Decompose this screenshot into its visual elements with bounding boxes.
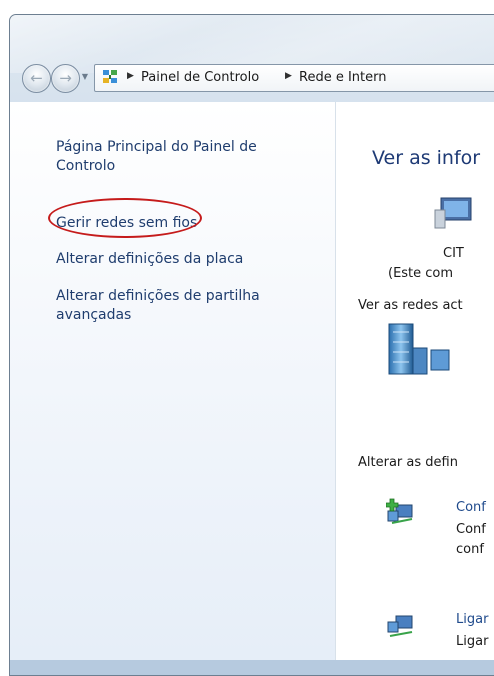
task-connect-network-link[interactable]: Ligar <box>456 612 488 627</box>
network-icon <box>388 323 450 375</box>
link-control-panel-home[interactable]: Página Principal do Painel de Controlo <box>56 138 316 176</box>
network-connect-icon <box>387 615 413 637</box>
back-button[interactable]: ← <box>22 64 51 93</box>
computer-icon <box>434 197 472 229</box>
breadcrumb-control-panel[interactable]: Painel de Controlo <box>141 70 259 85</box>
active-networks-label: Ver as redes act <box>358 298 463 313</box>
computer-name: CIT <box>443 246 464 261</box>
forward-button[interactable]: → <box>51 64 80 93</box>
breadcrumb-separator-icon[interactable]: ▶ <box>285 71 292 81</box>
task-connect-description: Ligar <box>456 634 489 649</box>
address-bar[interactable]: ▶ Painel de Controlo ▶ Rede e Intern <box>94 64 494 92</box>
main-content: Ver as infor CIT (Este com Ver as redes … <box>335 102 494 660</box>
link-change-adapter-settings[interactable]: Alterar definições da placa <box>56 250 316 269</box>
task-pane <box>10 102 335 660</box>
control-panel-icon <box>103 70 117 83</box>
recent-pages-button[interactable]: ▼ <box>80 72 90 82</box>
task-setup-connection-link[interactable]: Conf <box>456 500 486 515</box>
change-settings-label: Alterar as defin <box>358 455 458 470</box>
highlight-ellipse <box>48 198 202 238</box>
page-title: Ver as infor <box>372 147 481 169</box>
task-setup-description-2: conf <box>456 542 484 557</box>
chevron-down-icon: ▼ <box>81 72 89 81</box>
link-change-advanced-sharing[interactable]: Alterar definições de partilha avançadas <box>56 287 316 325</box>
breadcrumb-separator-icon[interactable]: ▶ <box>127 71 134 81</box>
network-setup-icon <box>386 498 413 524</box>
computer-caption: (Este com <box>388 266 454 281</box>
forward-arrow-icon: → <box>59 69 72 87</box>
back-arrow-icon: ← <box>30 69 43 87</box>
task-setup-description: Conf <box>456 522 486 537</box>
breadcrumb-network-internet[interactable]: Rede e Intern <box>299 70 386 85</box>
